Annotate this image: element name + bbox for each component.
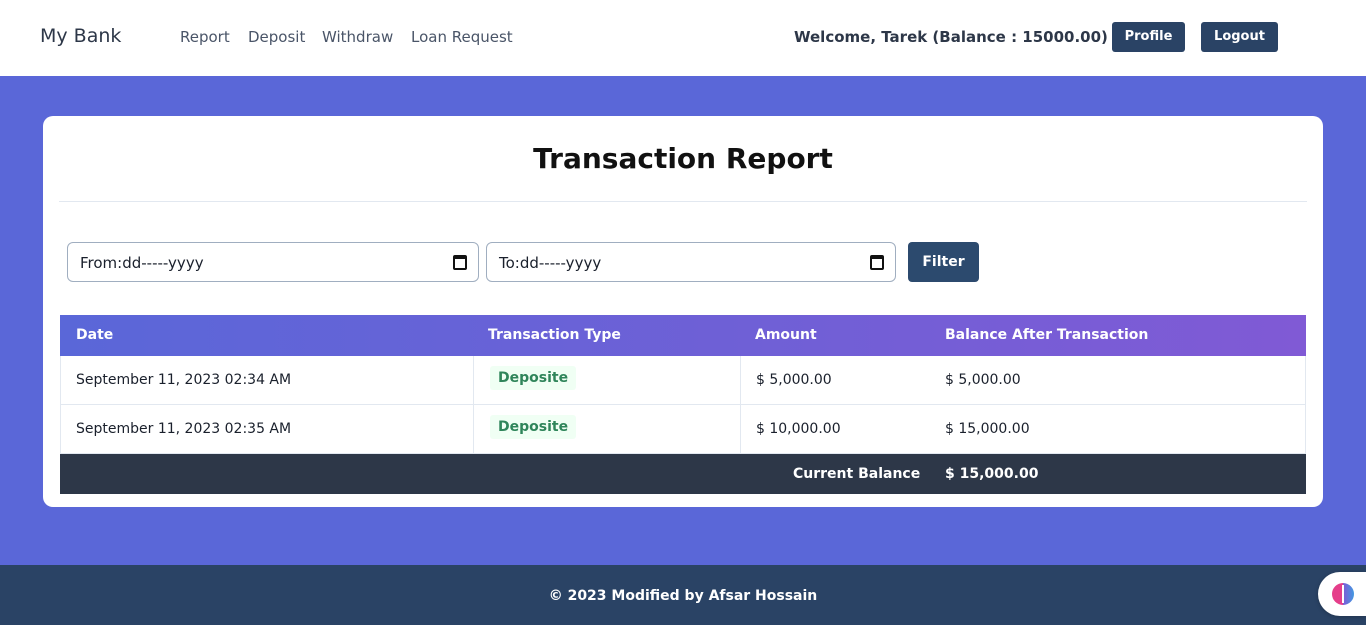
welcome-message: Welcome, Tarek (Balance : 15000.00) [794,28,1108,46]
row-type-cell: Deposite [473,356,741,404]
transaction-report-card: Transaction Report From:dd-----yyyy To:d… [43,116,1323,507]
to-date-value: To:dd-----yyyy [499,254,602,272]
from-date-value: From:dd-----yyyy [80,254,204,272]
row-amount: $ 10,000.00 [756,421,841,437]
title-divider [59,201,1307,202]
calendar-icon[interactable] [870,255,884,270]
profile-button[interactable]: Profile [1112,22,1185,52]
current-balance-value: $ 15,000.00 [945,466,1039,482]
table-row: September 11, 2023 02:34 AM Deposite $ 5… [60,356,1306,405]
brain-extension-icon[interactable] [1332,583,1354,605]
column-header-transaction-type: Transaction Type [488,327,621,343]
row-type-cell: Deposite [473,405,741,453]
transactions-table: Date Transaction Type Amount Balance Aft… [60,315,1306,494]
row-date: September 11, 2023 02:34 AM [76,372,292,388]
filter-button[interactable]: Filter [908,242,979,282]
nav-link-report[interactable]: Report [180,28,230,46]
row-amount: $ 5,000.00 [756,372,832,388]
table-footer: Current Balance $ 15,000.00 [60,454,1306,494]
table-row: September 11, 2023 02:35 AM Deposite $ 1… [60,405,1306,454]
column-header-date: Date [76,327,114,343]
footer-copyright: © 2023 Modified by Afsar Hossain [548,588,818,604]
logout-button[interactable]: Logout [1201,22,1278,52]
navbar: My Bank Report Deposit Withdraw Loan Req… [0,0,1366,76]
brand-logo[interactable]: My Bank [40,25,121,47]
row-balance: $ 5,000.00 [945,372,1021,388]
to-date-input[interactable]: To:dd-----yyyy [486,242,896,282]
column-header-balance-after: Balance After Transaction [945,327,1149,343]
row-balance: $ 15,000.00 [945,421,1030,437]
page-footer: © 2023 Modified by Afsar Hossain [0,565,1366,625]
calendar-icon[interactable] [453,255,467,270]
current-balance-label: Current Balance [793,466,921,482]
table-header: Date Transaction Type Amount Balance Aft… [60,315,1306,356]
nav-link-loan-request[interactable]: Loan Request [411,28,513,46]
deposit-badge: Deposite [490,415,577,439]
deposit-badge: Deposite [490,366,577,390]
nav-link-withdraw[interactable]: Withdraw [322,28,393,46]
nav-link-deposit[interactable]: Deposit [248,28,305,46]
extension-widget[interactable] [1318,572,1366,616]
row-date: September 11, 2023 02:35 AM [76,421,292,437]
column-header-amount: Amount [755,327,817,343]
from-date-input[interactable]: From:dd-----yyyy [67,242,479,282]
page-title: Transaction Report [533,142,833,175]
